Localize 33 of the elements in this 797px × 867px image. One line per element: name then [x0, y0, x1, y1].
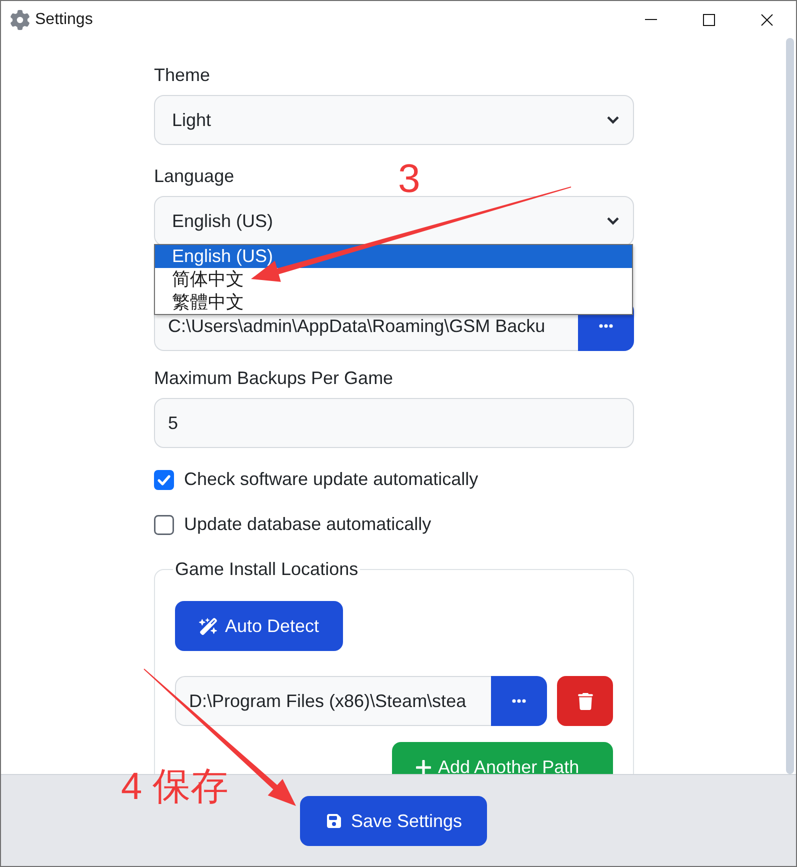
- maximize-icon[interactable]: [703, 14, 715, 26]
- dropdown-option[interactable]: 简体中文: [155, 268, 632, 291]
- checkbox-label: Check software update automatically: [184, 468, 478, 491]
- chevron-down-icon: [607, 116, 619, 124]
- field-label: Theme: [154, 64, 210, 87]
- checkbox[interactable]: [154, 470, 174, 490]
- trash-icon: [576, 692, 594, 710]
- auto-detect-button[interactable]: Auto Detect: [175, 601, 344, 651]
- language-select[interactable]: English (US): [154, 196, 634, 246]
- window-title: Settings: [35, 10, 93, 30]
- ellipsis-icon: [599, 324, 613, 328]
- theme-select[interactable]: Light: [154, 95, 634, 145]
- scrollbar-thumb[interactable]: [786, 38, 794, 774]
- dropdown-option[interactable]: English (US): [155, 245, 632, 268]
- dropdown-option[interactable]: 繁體中文: [155, 291, 632, 314]
- install-path-field[interactable]: D:\Program Files (x86)\Steam\stea: [175, 676, 491, 726]
- magic-wand-icon: [199, 616, 218, 636]
- delete-button[interactable]: [557, 676, 613, 726]
- close-icon[interactable]: [761, 14, 773, 26]
- checkbox[interactable]: [154, 514, 174, 534]
- ellipsis-icon: [512, 699, 526, 703]
- annotation-label: 3: [398, 164, 420, 194]
- checkbox-label: Update database automatically: [184, 513, 432, 536]
- annotation-label: 4 保存: [121, 768, 229, 806]
- plus-icon: [416, 760, 431, 774]
- settings-icon: [10, 10, 30, 30]
- chevron-down-icon: [607, 217, 619, 225]
- browse-button[interactable]: [491, 676, 547, 726]
- save-settings-button[interactable]: Save Settings: [300, 796, 488, 846]
- max-backups-field[interactable]: 5: [154, 398, 634, 448]
- field-label: Language: [154, 165, 234, 188]
- panel-legend: Game Install Locations: [173, 556, 360, 583]
- field-label: Maximum Backups Per Game: [154, 367, 394, 390]
